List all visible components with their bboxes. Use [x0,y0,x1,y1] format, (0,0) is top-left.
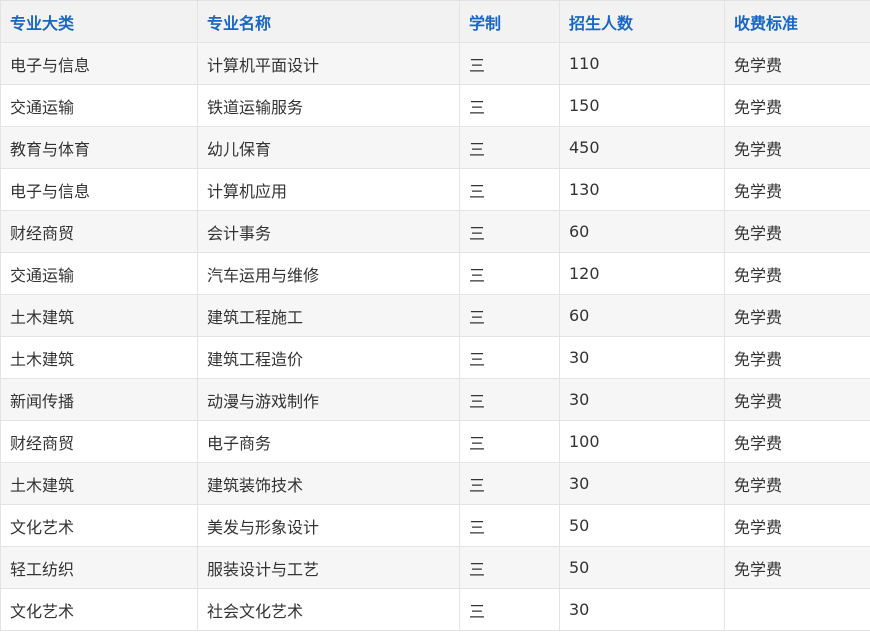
enrollment-table: 专业大类 专业名称 学制 招生人数 收费标准 电子与信息 计算机平面设计三 110 免… [0,0,870,631]
cell-category: 财经商贸 [0,420,198,463]
cell-enrollment: 110 [559,42,725,85]
table-header-row: 专业大类 专业名称 学制 招生人数 收费标准 [0,0,870,43]
header-enrollment: 招生人数 [559,0,725,43]
cell-tuition: 免学费 [724,546,870,589]
header-tuition: 收费标准 [724,0,870,43]
cell-category: 轻工纺织 [0,546,198,589]
cell-duration: 三 [459,504,560,547]
cell-tuition: 免学费 [724,378,870,421]
cell-duration: 三 [459,84,560,127]
cell-major-name: 汽车运用与维修 [197,252,460,295]
cell-duration: 三 [459,294,560,337]
cell-tuition: 免学费 [724,462,870,505]
cell-major-name: 建筑工程造价 [197,336,460,379]
cell-category: 文化艺术 [0,588,198,631]
cell-duration: 三 [459,588,560,631]
cell-duration: 三 [459,210,560,253]
cell-major-name: 电子商务 [197,420,460,463]
cell-enrollment: 30 [559,588,725,631]
cell-enrollment: 130 [559,168,725,211]
cell-category: 交通运输 [0,252,198,295]
cell-enrollment: 120 [559,252,725,295]
cell-category: 土木建筑 [0,294,198,337]
cell-category: 交通运输 [0,84,198,127]
cell-major-name: 动漫与游戏制作 [197,378,460,421]
cell-tuition: 免学费 [724,252,870,295]
table-body: 电子与信息 计算机平面设计三 110 免学费 交通运输 铁道运输服务三 150 免学费 教育与体… [0,42,870,631]
cell-enrollment: 450 [559,126,725,169]
cell-category: 土木建筑 [0,336,198,379]
cell-tuition: 免学费 [724,84,870,127]
cell-major-name: 会计事务 [197,210,460,253]
cell-major-name: 美发与形象设计 [197,504,460,547]
table-row: 土木建筑 建筑工程造价三 30 免学费 [0,336,870,379]
cell-major-name: 计算机平面设计 [197,42,460,85]
cell-enrollment: 50 [559,546,725,589]
header-major-name: 专业名称 [197,0,460,43]
cell-category: 土木建筑 [0,462,198,505]
cell-major-name: 铁道运输服务 [197,84,460,127]
cell-tuition: 免学费 [724,210,870,253]
cell-enrollment: 30 [559,378,725,421]
table-row: 教育与体育 幼儿保育三 450 免学费 [0,126,870,169]
table-row: 财经商贸 会计事务三 60 免学费 [0,210,870,253]
table-row: 财经商贸 电子商务三 100 免学费 [0,420,870,463]
table-row: 轻工纺织 服装设计与工艺三 50 免学费 [0,546,870,589]
cell-duration: 三 [459,378,560,421]
table-row: 交通运输 汽车运用与维修三 120 免学费 [0,252,870,295]
cell-major-name: 服装设计与工艺 [197,546,460,589]
cell-tuition: 免学费 [724,294,870,337]
cell-major-name: 社会文化艺术 [197,588,460,631]
cell-enrollment: 30 [559,336,725,379]
cell-major-name: 建筑工程施工 [197,294,460,337]
table-row: 文化艺术 美发与形象设计三 50 免学费 [0,504,870,547]
cell-enrollment: 60 [559,294,725,337]
table-row: 交通运输 铁道运输服务三 150 免学费 [0,84,870,127]
cell-tuition: 免学费 [724,42,870,85]
cell-duration: 三 [459,168,560,211]
header-duration: 学制 [459,0,560,43]
cell-category: 电子与信息 [0,168,198,211]
table-row: 电子与信息 计算机平面设计三 110 免学费 [0,42,870,85]
cell-duration: 三 [459,252,560,295]
cell-tuition: 免学费 [724,504,870,547]
cell-category: 教育与体育 [0,126,198,169]
table-row: 新闻传播 动漫与游戏制作三 30 免学费 [0,378,870,421]
cell-duration: 三 [459,42,560,85]
cell-category: 文化艺术 [0,504,198,547]
cell-category: 财经商贸 [0,210,198,253]
cell-tuition: 免学费 [724,336,870,379]
header-category: 专业大类 [0,0,198,43]
cell-category: 新闻传播 [0,378,198,421]
cell-category: 电子与信息 [0,42,198,85]
cell-tuition [724,588,870,631]
cell-tuition: 免学费 [724,168,870,211]
cell-enrollment: 60 [559,210,725,253]
cell-duration: 三 [459,336,560,379]
cell-tuition: 免学费 [724,126,870,169]
cell-enrollment: 150 [559,84,725,127]
table-row: 土木建筑 建筑工程施工三 60 免学费 [0,294,870,337]
cell-major-name: 建筑装饰技术 [197,462,460,505]
cell-enrollment: 100 [559,420,725,463]
cell-enrollment: 50 [559,504,725,547]
cell-duration: 三 [459,126,560,169]
cell-duration: 三 [459,546,560,589]
cell-major-name: 计算机应用 [197,168,460,211]
table-row: 文化艺术 社会文化艺术三 30 [0,588,870,631]
cell-enrollment: 30 [559,462,725,505]
cell-tuition: 免学费 [724,420,870,463]
table-row: 电子与信息 计算机应用三 130 免学费 [0,168,870,211]
cell-duration: 三 [459,462,560,505]
table-row: 土木建筑 建筑装饰技术三 30 免学费 [0,462,870,505]
cell-major-name: 幼儿保育 [197,126,460,169]
cell-duration: 三 [459,420,560,463]
